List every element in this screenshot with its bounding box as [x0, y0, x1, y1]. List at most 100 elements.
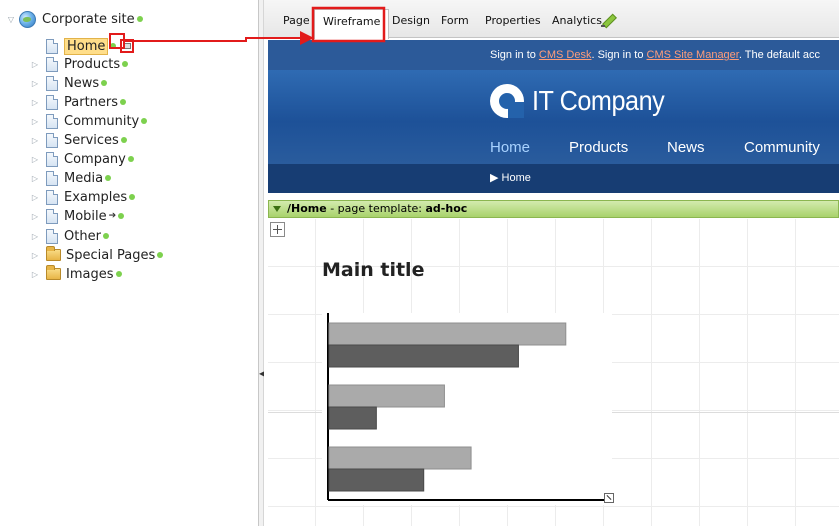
- tree-root-corporate-site[interactable]: ▽ Corporate site: [6, 10, 143, 28]
- wireframe-title[interactable]: Main title: [322, 259, 424, 281]
- tree-item-label[interactable]: Media: [64, 171, 103, 186]
- expand-arrow-icon[interactable]: ▷: [30, 154, 40, 164]
- nav-item-news[interactable]: News: [667, 139, 705, 156]
- editor-pane: Page Wireframe Design Form Properties An…: [264, 0, 839, 526]
- folder-icon: [46, 246, 61, 261]
- chart-bar-s2-g1: [328, 344, 519, 368]
- page-icon: [46, 132, 58, 148]
- tree-item-label[interactable]: Special Pages: [66, 248, 155, 263]
- add-webpart-icon[interactable]: [270, 222, 285, 237]
- tree-item-label[interactable]: Home: [64, 37, 109, 55]
- tree-item-other[interactable]: ▷ Other: [30, 227, 109, 245]
- site-logo[interactable]: IT Company: [490, 84, 679, 118]
- tree-item-media[interactable]: ▷ Media: [30, 169, 112, 187]
- resize-handle-icon[interactable]: [604, 493, 614, 503]
- bar-chart-svg: [327, 313, 606, 501]
- tab-form[interactable]: Form: [441, 14, 469, 27]
- nav-item-products[interactable]: Products: [569, 139, 628, 156]
- template-name: ad-hoc: [425, 202, 468, 215]
- tree-item-label[interactable]: Images: [66, 267, 114, 282]
- published-status-icon: [120, 137, 127, 143]
- page-icon: [46, 228, 58, 244]
- site-breadcrumb[interactable]: ▶ Home: [268, 164, 839, 193]
- published-status-icon: [141, 118, 148, 124]
- tree-item-label[interactable]: Community: [64, 114, 139, 129]
- mode-tabs: Page Wireframe Design Form Properties An…: [264, 0, 839, 39]
- tab-analytics[interactable]: Analytics: [552, 14, 602, 27]
- collapse-triangle-icon[interactable]: [273, 206, 281, 212]
- tab-properties[interactable]: Properties: [485, 14, 541, 27]
- wireframe-bar-chart[interactable]: [322, 313, 614, 505]
- tab-design[interactable]: Design: [392, 14, 430, 27]
- template-path: /Home: [287, 202, 327, 215]
- content-tree: ▽ Corporate site Home ▷ Products ▷ News ▷ Part…: [0, 0, 258, 526]
- site-preview: Sign in to CMS Desk. Sign in to CMS Site…: [268, 40, 839, 193]
- wireframe-canvas[interactable]: Main title: [268, 219, 839, 526]
- expand-arrow-icon[interactable]: ▷: [30, 231, 40, 241]
- expand-arrow-icon[interactable]: ▷: [30, 173, 40, 183]
- published-status-icon: [122, 61, 129, 67]
- nav-item-community[interactable]: Community: [744, 139, 820, 156]
- published-status-icon: [101, 80, 108, 86]
- expand-arrow-icon: [30, 41, 40, 51]
- tree-item-partners[interactable]: ▷ Partners: [30, 93, 127, 111]
- tree-item-label[interactable]: Examples: [64, 190, 127, 205]
- tree-item-news[interactable]: ▷ News: [30, 74, 108, 92]
- template-properties-icon[interactable]: [120, 39, 135, 53]
- edit-pencil-icon[interactable]: [601, 13, 615, 27]
- chart-bar-s2-g3: [328, 468, 425, 492]
- expand-arrow-icon[interactable]: ▷: [30, 211, 40, 221]
- page-icon: [46, 38, 58, 54]
- tree-item-special-pages[interactable]: ▷ Special Pages: [30, 246, 164, 264]
- page-icon: [46, 113, 58, 129]
- tab-page[interactable]: Page: [283, 14, 310, 27]
- tree-item-label[interactable]: Other: [64, 229, 101, 244]
- signin-text-post: . The default acc: [738, 49, 820, 61]
- published-status-icon: [136, 16, 143, 22]
- cms-desk-link[interactable]: CMS Desk: [539, 49, 592, 61]
- tree-item-label[interactable]: Mobile: [64, 209, 107, 224]
- signin-bar: Sign in to CMS Desk. Sign in to CMS Site…: [268, 40, 839, 70]
- tree-item-mobile[interactable]: ▷ Mobile ➔: [30, 207, 125, 225]
- tree-item-community[interactable]: ▷ Community: [30, 112, 148, 130]
- tree-item-services[interactable]: ▷ Services: [30, 131, 127, 149]
- published-status-icon: [120, 99, 127, 105]
- site-main-nav: Home Products News Community: [268, 132, 839, 164]
- tree-item-company[interactable]: ▷ Company: [30, 150, 134, 168]
- template-label: - page template:: [326, 202, 426, 215]
- tree-item-label[interactable]: Services: [64, 133, 119, 148]
- page-icon: [46, 75, 58, 91]
- expand-arrow-icon[interactable]: ▷: [30, 135, 40, 145]
- published-status-icon: [157, 252, 164, 258]
- tree-item-products[interactable]: ▷ Products: [30, 55, 129, 73]
- expand-arrow-icon[interactable]: ▷: [30, 116, 40, 126]
- page-icon: [46, 151, 58, 167]
- published-status-icon: [110, 43, 117, 49]
- tree-item-examples[interactable]: ▷ Examples: [30, 188, 136, 206]
- expand-arrow-icon[interactable]: ▷: [30, 59, 40, 69]
- nav-item-home[interactable]: Home: [490, 139, 530, 156]
- tree-root-label[interactable]: Corporate site: [42, 12, 135, 27]
- published-status-icon: [102, 233, 109, 239]
- tree-item-label[interactable]: News: [64, 76, 99, 91]
- expand-arrow-icon[interactable]: ▷: [30, 269, 40, 279]
- expand-arrow-icon[interactable]: ▷: [30, 192, 40, 202]
- page-icon: [46, 170, 58, 186]
- published-status-icon: [127, 156, 134, 162]
- expand-arrow-icon[interactable]: ▷: [30, 250, 40, 260]
- page-template-bar[interactable]: /Home - page template: ad-hoc: [268, 200, 839, 218]
- tab-wireframe[interactable]: Wireframe: [314, 9, 390, 39]
- tree-item-label[interactable]: Partners: [64, 95, 118, 110]
- expand-arrow-icon[interactable]: ▷: [30, 97, 40, 107]
- tree-item-images[interactable]: ▷ Images: [30, 265, 122, 283]
- published-status-icon: [105, 175, 112, 181]
- page-icon: [46, 56, 58, 72]
- tree-item-home[interactable]: Home: [30, 37, 135, 55]
- published-status-icon: [118, 213, 125, 219]
- collapse-arrow-icon[interactable]: ▽: [6, 14, 16, 24]
- cms-site-manager-link[interactable]: CMS Site Manager: [647, 49, 739, 61]
- tree-item-label[interactable]: Products: [64, 57, 120, 72]
- tree-item-label[interactable]: Company: [64, 152, 126, 167]
- chart-bar-s2-g2: [328, 406, 377, 430]
- expand-arrow-icon[interactable]: ▷: [30, 78, 40, 88]
